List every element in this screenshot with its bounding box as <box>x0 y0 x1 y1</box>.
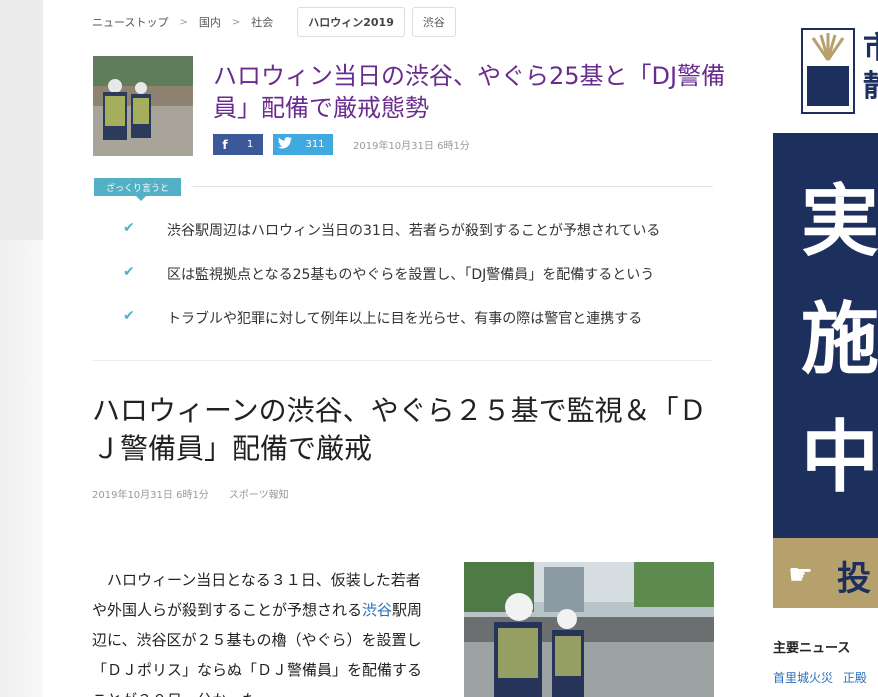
facebook-share-button[interactable]: f 1 <box>213 134 263 155</box>
major-news-heading: 主要ニュース <box>773 641 851 656</box>
summary-text: トラブルや犯罪に対して例年以上に目を光らせ、有事の際は警官と連携する <box>167 311 643 327</box>
tag-halloween[interactable]: ハロウィン2019 <box>297 7 405 37</box>
twitter-share-button[interactable]: 311 <box>273 134 333 155</box>
left-gutter-panel <box>0 0 43 240</box>
section-divider <box>93 360 713 361</box>
banner-button-text: 投 <box>837 559 871 599</box>
banner-char-3: 中 <box>801 412 878 503</box>
breadcrumb: ニューストップ > 国内 > 社会 ハロウィン2019 渋谷 <box>92 7 456 37</box>
check-icon: ✔ <box>123 308 135 324</box>
article-title: ハロウィーンの渋谷、やぐら２５基で監視＆「ＤＪ警備員」配備で厳戒 <box>92 394 707 465</box>
article-photo-police-image <box>464 562 714 697</box>
logo-text-1: 市 <box>863 30 878 68</box>
twitter-count: 311 <box>305 139 325 150</box>
facebook-icon: f <box>222 137 228 152</box>
banner-char-1: 実 <box>801 176 878 267</box>
facebook-count: 1 <box>246 139 254 150</box>
summary-rule <box>193 186 713 187</box>
summary-text: 区は監視拠点となる25基ものやぐらを設置し、「DJ警備員」を配備するという <box>167 267 655 283</box>
chevron-right-icon: > <box>179 16 188 28</box>
pointing-hand-icon: ☛ <box>788 558 814 591</box>
news-link-seiden[interactable]: 正殿 <box>843 671 867 685</box>
brand-logo[interactable] <box>801 28 855 114</box>
headline-date: 2019年10月31日 6時1分 <box>353 141 470 152</box>
article-photo[interactable] <box>464 562 714 697</box>
sidebar-ad[interactable]: 市 静 実 施 中 ☛ 投 主要ニュース 首里城火災 正殿 <box>743 0 878 697</box>
summary-text: 渋谷駅周辺はハロウィン当日の31日、若者らが殺到することが予想されている <box>167 223 661 239</box>
banner-char-2: 施 <box>801 294 878 385</box>
twitter-icon <box>273 137 297 152</box>
logo-text: 市 静 <box>863 30 878 106</box>
share-row: f 1 311 2019年10月31日 6時1分 <box>213 134 470 155</box>
left-gutter <box>0 0 43 697</box>
major-news-links: 首里城火災 正殿 <box>773 669 873 686</box>
summary-item: ✔ トラブルや犯罪に対して例年以上に目を光らせ、有事の際は警官と連携する <box>123 308 723 352</box>
tag-shibuya[interactable]: 渋谷 <box>411 7 456 37</box>
breadcrumb-domestic[interactable]: 国内 <box>199 14 221 30</box>
main-content: ニューストップ > 国内 > 社会 ハロウィン2019 渋谷 ハロウィン当日の渋… <box>43 0 743 697</box>
aoi-crest-icon <box>803 30 853 112</box>
article-source[interactable]: スポーツ報知 <box>229 486 289 501</box>
news-link-shurijo[interactable]: 首里城火災 <box>773 671 833 685</box>
summary-item: ✔ 渋谷駅周辺はハロウィン当日の31日、若者らが殺到することが予想されている <box>123 220 723 264</box>
summary-label: ざっくり言うと <box>94 178 182 201</box>
headline: ハロウィン当日の渋谷、やぐら25基と「DJ警備員」配備で厳戒態勢 <box>213 62 726 122</box>
campaign-banner[interactable]: 実 施 中 ☛ 投 <box>773 133 878 608</box>
shibuya-link[interactable]: 渋谷 <box>362 601 392 619</box>
summary-item: ✔ 区は監視拠点となる25基ものやぐらを設置し、「DJ警備員」を配備するという <box>123 264 723 308</box>
summary-list: ✔ 渋谷駅周辺はハロウィン当日の31日、若者らが殺到することが予想されている ✔… <box>123 220 723 352</box>
article-thumbnail[interactable] <box>93 56 193 156</box>
chevron-right-icon: > <box>231 16 241 28</box>
article-date: 2019年10月31日 6時1分 <box>92 490 209 501</box>
article-meta: 2019年10月31日 6時1分 スポーツ報知 <box>92 486 289 501</box>
logo-text-2: 静 <box>863 68 878 106</box>
breadcrumb-society[interactable]: 社会 <box>251 14 273 30</box>
check-icon: ✔ <box>123 220 135 236</box>
check-icon: ✔ <box>123 264 135 280</box>
breadcrumb-news-top[interactable]: ニューストップ <box>92 14 168 30</box>
thumbnail-police-image <box>93 56 193 156</box>
article-body: ハロウィーン当日となる３１日、仮装した若者や外国人らが殺到することが予想される渋… <box>92 565 432 697</box>
